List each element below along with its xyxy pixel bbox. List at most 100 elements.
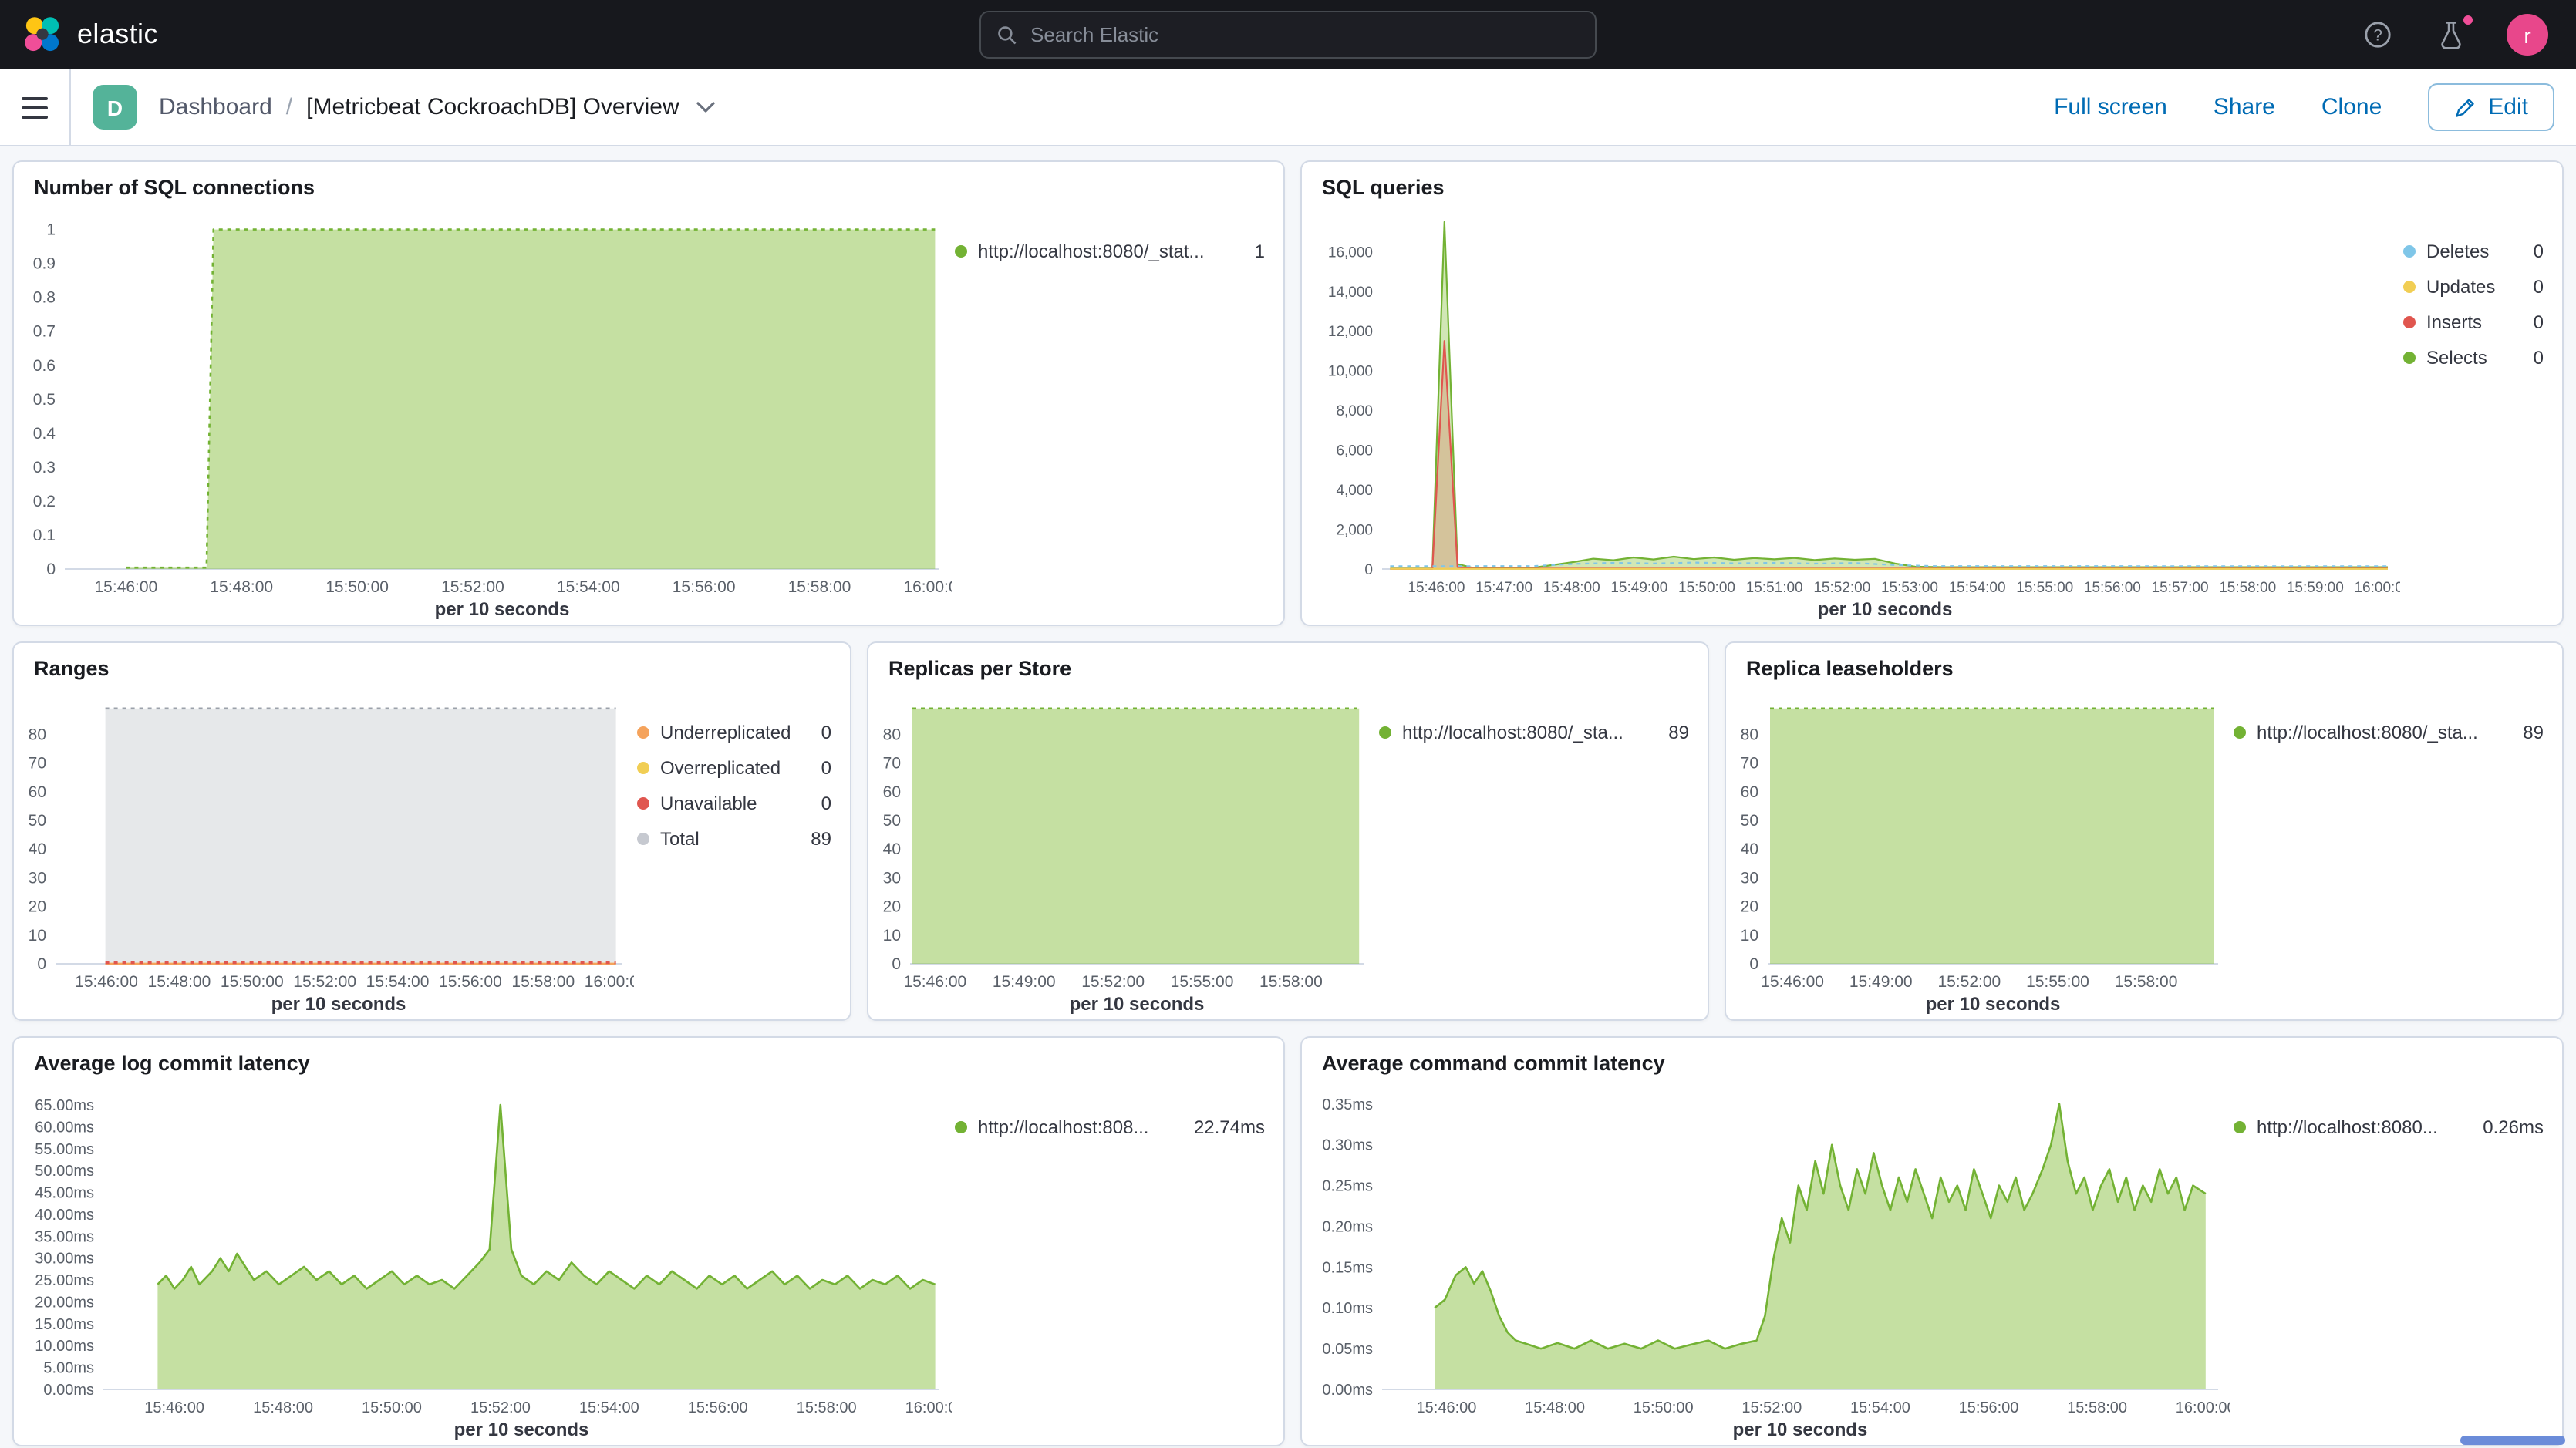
svg-text:15:58:00: 15:58:00 bbox=[797, 1399, 857, 1416]
panel-row-3: Average log commit latency 0.00ms5.00ms1… bbox=[12, 1036, 2564, 1446]
svg-text:70: 70 bbox=[883, 755, 901, 773]
svg-text:10: 10 bbox=[1741, 927, 1758, 945]
chart-sql-queries[interactable]: 02,0004,0006,0008,00010,00012,00014,0001… bbox=[1302, 200, 2400, 625]
chart-ranges[interactable]: 0102030405060708015:46:0015:48:0015:50:0… bbox=[14, 682, 634, 1019]
svg-text:15:55:00: 15:55:00 bbox=[2026, 973, 2089, 991]
svg-text:40: 40 bbox=[883, 840, 901, 858]
svg-text:15:52:00: 15:52:00 bbox=[1813, 580, 1870, 596]
legend-item[interactable]: Deletes0 bbox=[2403, 241, 2544, 262]
svg-text:0: 0 bbox=[1364, 562, 1373, 578]
horizontal-scrollbar-thumb[interactable] bbox=[2460, 1436, 2565, 1445]
svg-text:4,000: 4,000 bbox=[1336, 483, 1373, 499]
legend-value: 89 bbox=[1668, 722, 1689, 743]
panel-title[interactable]: Replica leaseholders bbox=[1726, 643, 2562, 682]
title-menu-button[interactable] bbox=[696, 100, 716, 114]
brand-text: elastic bbox=[77, 19, 158, 51]
svg-text:50: 50 bbox=[29, 812, 46, 830]
svg-text:25.00ms: 25.00ms bbox=[35, 1272, 94, 1289]
svg-text:15:59:00: 15:59:00 bbox=[2287, 580, 2344, 596]
global-search[interactable] bbox=[979, 11, 1597, 59]
legend-dot bbox=[637, 797, 649, 810]
legend-item[interactable]: Unavailable0 bbox=[637, 793, 831, 814]
svg-text:0.6: 0.6 bbox=[33, 357, 56, 375]
legend-item[interactable]: http://localhost:808...22.74ms bbox=[955, 1116, 1265, 1138]
legend-value: 89 bbox=[2523, 722, 2544, 743]
legend-dot bbox=[2403, 281, 2416, 293]
legend-item[interactable]: Underreplicated0 bbox=[637, 722, 831, 743]
chart-legend: Deletes0 Updates0 Inserts0 Selects0 bbox=[2400, 200, 2562, 625]
clone-button[interactable]: Clone bbox=[2321, 94, 2382, 120]
panel-title[interactable]: Number of SQL connections bbox=[14, 162, 1283, 200]
svg-text:30: 30 bbox=[883, 869, 901, 887]
svg-text:16:00:00: 16:00:00 bbox=[585, 973, 634, 991]
svg-text:15:56:00: 15:56:00 bbox=[688, 1399, 748, 1416]
dashboard-header-bar: D Dashboard / [Metricbeat CockroachDB] O… bbox=[0, 69, 2576, 146]
chart-legend: http://localhost:8080/_sta... 89 bbox=[1376, 682, 1708, 1019]
svg-text:20: 20 bbox=[29, 898, 46, 916]
svg-text:80: 80 bbox=[29, 726, 46, 743]
panel-title[interactable]: Replicas per Store bbox=[868, 643, 1708, 682]
svg-text:0.00ms: 0.00ms bbox=[1322, 1382, 1373, 1399]
legend-value: 0 bbox=[821, 793, 831, 814]
svg-text:15:50:00: 15:50:00 bbox=[221, 973, 284, 991]
legend-item[interactable]: Total89 bbox=[637, 828, 831, 850]
legend-label: http://localhost:8080/_sta... bbox=[1402, 722, 1623, 743]
svg-text:15:49:00: 15:49:00 bbox=[1610, 580, 1667, 596]
legend-value: 1 bbox=[1255, 241, 1265, 262]
newsfeed-button[interactable] bbox=[2433, 16, 2470, 53]
chart-number-of-sql-connections[interactable]: 00.10.20.30.40.50.60.70.80.9115:46:0015:… bbox=[14, 200, 952, 625]
legend-item[interactable]: http://localhost:8080/_sta... 89 bbox=[1379, 722, 1689, 743]
svg-text:15:46:00: 15:46:00 bbox=[95, 578, 158, 596]
svg-text:80: 80 bbox=[1741, 726, 1758, 743]
chart-replicas-per-store[interactable]: 0102030405060708015:46:0015:49:0015:52:0… bbox=[868, 682, 1376, 1019]
panel-title[interactable]: SQL queries bbox=[1302, 162, 2562, 200]
svg-text:15:46:00: 15:46:00 bbox=[75, 973, 138, 991]
svg-text:0.00ms: 0.00ms bbox=[43, 1382, 94, 1399]
legend-item[interactable]: Updates0 bbox=[2403, 276, 2544, 298]
svg-text:2,000: 2,000 bbox=[1336, 523, 1373, 539]
legend-item[interactable]: Overreplicated0 bbox=[637, 757, 831, 779]
svg-text:per 10 seconds: per 10 seconds bbox=[1070, 994, 1205, 1015]
svg-text:15:53:00: 15:53:00 bbox=[1881, 580, 1938, 596]
legend-item[interactable]: Selects0 bbox=[2403, 347, 2544, 369]
chart-average-log-commit-latency[interactable]: 0.00ms5.00ms10.00ms15.00ms20.00ms25.00ms… bbox=[14, 1076, 952, 1445]
panel-average-command-commit-latency: Average command commit latency 0.00ms 0.0… bbox=[1300, 1036, 2564, 1446]
full-screen-button[interactable]: Full screen bbox=[2054, 94, 2167, 120]
svg-text:15:51:00: 15:51:00 bbox=[1746, 580, 1803, 596]
legend-item[interactable]: http://localhost:8080/_sta...89 bbox=[2234, 722, 2544, 743]
panel-title[interactable]: Average log commit latency bbox=[14, 1038, 1283, 1076]
breadcrumb-dashboard-link[interactable]: Dashboard bbox=[159, 94, 272, 120]
main-menu-button[interactable] bbox=[22, 69, 71, 145]
legend-item[interactable]: http://localhost:8080...0.26ms bbox=[2234, 1116, 2544, 1138]
chart-average-command-commit-latency[interactable]: 0.00ms0.05ms0.10ms0.15ms0.20ms0.25ms0.30… bbox=[1302, 1076, 2230, 1445]
edit-button[interactable]: Edit bbox=[2428, 83, 2554, 131]
search-input[interactable] bbox=[1030, 23, 1580, 46]
svg-text:10,000: 10,000 bbox=[1328, 364, 1373, 380]
svg-text:45.00ms: 45.00ms bbox=[35, 1185, 94, 1202]
help-button[interactable]: ? bbox=[2359, 16, 2396, 53]
legend-item[interactable]: http://localhost:8080/_stat...1 bbox=[955, 241, 1265, 262]
svg-text:15:48:00: 15:48:00 bbox=[1543, 580, 1600, 596]
panel-ranges: Ranges 0102030405060708015:46:0015:48:00… bbox=[12, 641, 851, 1021]
svg-text:15:50:00: 15:50:00 bbox=[325, 578, 389, 596]
svg-text:16:00:00: 16:00:00 bbox=[2176, 1399, 2230, 1416]
elastic-home-link[interactable]: elastic bbox=[22, 14, 158, 56]
svg-text:0.35ms: 0.35ms bbox=[1322, 1096, 1373, 1113]
panel-title[interactable]: Ranges bbox=[14, 643, 850, 682]
svg-text:15:47:00: 15:47:00 bbox=[1475, 580, 1532, 596]
svg-text:15:56:00: 15:56:00 bbox=[2084, 580, 2141, 596]
panel-title[interactable]: Average command commit latency bbox=[1302, 1038, 2562, 1076]
legend-dot bbox=[2234, 1121, 2246, 1133]
user-avatar[interactable]: r bbox=[2507, 14, 2548, 56]
legend-dot bbox=[637, 762, 649, 774]
space-avatar[interactable]: D bbox=[93, 85, 137, 130]
svg-text:0: 0 bbox=[46, 561, 56, 578]
svg-text:0.05ms: 0.05ms bbox=[1322, 1341, 1373, 1358]
legend-dot bbox=[637, 726, 649, 739]
legend-item[interactable]: Inserts0 bbox=[2403, 311, 2544, 333]
panel-row-1: Number of SQL connections 00.10.20.30.40… bbox=[12, 160, 2564, 626]
chart-replica-leaseholders[interactable]: 0102030405060708015:46:0015:49:0015:52:0… bbox=[1726, 682, 2230, 1019]
share-button[interactable]: Share bbox=[2214, 94, 2275, 120]
svg-text:8,000: 8,000 bbox=[1336, 403, 1373, 419]
svg-text:15:56:00: 15:56:00 bbox=[1959, 1399, 2019, 1416]
